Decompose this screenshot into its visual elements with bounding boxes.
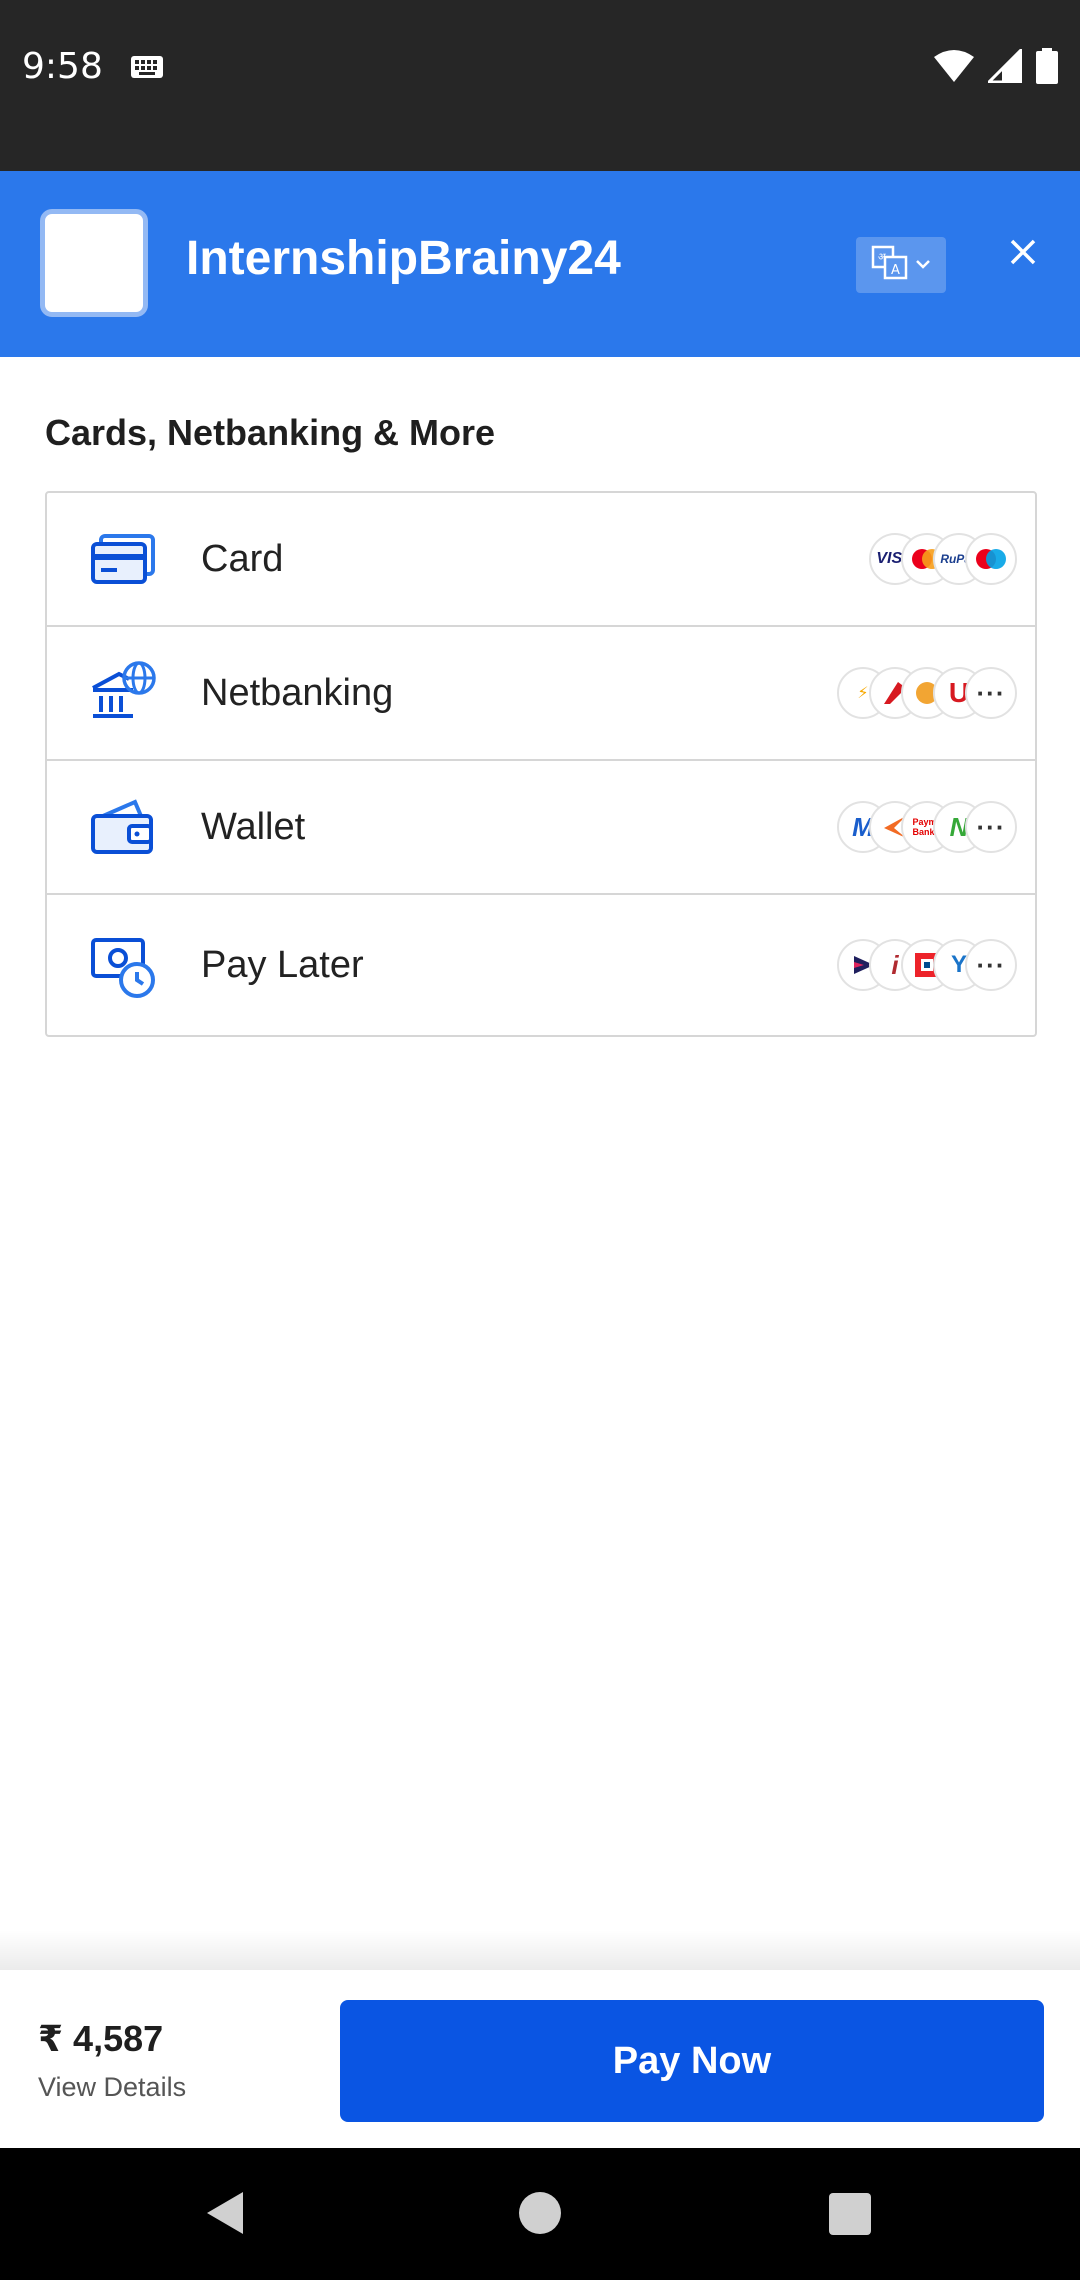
chevron-down-icon [915,256,931,274]
method-label: Netbanking [201,671,394,714]
recents-icon[interactable] [829,2193,871,2235]
payment-methods-list: Card VISA RuPay Netbanking ⚡ U ··· Walle… [45,491,1037,1037]
back-icon[interactable] [205,2190,245,2241]
footer-shadow [0,1930,1080,1970]
checkout-header: InternshipBrainy24 A अ [0,171,1080,357]
bank-globe-icon [89,658,159,728]
language-selector[interactable]: A अ [856,237,946,293]
method-wallet[interactable]: Wallet M Payme Bank N ··· [47,761,1035,895]
method-label: Pay Later [201,943,364,986]
wifi-icon [934,49,974,88]
wallet-badges: M Payme Bank N ··· [837,801,1017,853]
bank-badges: ⚡ U ··· [837,667,1017,719]
status-bar: 9:58 [0,0,1080,171]
more-wallets-icon: ··· [965,801,1017,853]
card-network-badges: VISA RuPay [869,533,1017,585]
signal-icon [985,46,1023,88]
translate-icon: A अ [871,245,909,286]
svg-text:अ: अ [878,252,886,263]
pay-now-button[interactable]: Pay Now [340,2000,1044,2122]
close-icon [1010,239,1036,270]
calendar-clock-icon [89,930,159,1000]
keyboard-icon [130,55,164,84]
method-pay-later[interactable]: Pay Later i Y ··· [47,895,1035,1035]
system-nav-bar [0,2148,1080,2280]
home-icon[interactable] [519,2192,561,2234]
wallet-icon [89,792,159,862]
method-label: Wallet [201,805,306,848]
method-label: Card [201,537,284,580]
maestro-logo [965,533,1017,585]
section-title: Cards, Netbanking & More [45,412,496,453]
view-details-link[interactable]: View Details [38,2072,186,2103]
pay-later-badges: i Y ··· [837,939,1017,991]
close-button[interactable] [996,227,1050,281]
merchant-logo [40,209,148,317]
status-time: 9:58 [22,46,103,87]
svg-text:A: A [891,263,900,278]
more-pay-later-icon: ··· [965,939,1017,991]
method-card[interactable]: Card VISA RuPay [47,493,1035,627]
battery-icon [1036,48,1058,89]
checkout-footer: ₹ 4,587 View Details Pay Now [0,1970,1080,2148]
more-banks-icon: ··· [965,667,1017,719]
merchant-name: InternshipBrainy24 [186,232,621,285]
card-icon [89,524,159,594]
method-netbanking[interactable]: Netbanking ⚡ U ··· [47,627,1035,761]
total-amount: ₹ 4,587 [38,2018,164,2059]
